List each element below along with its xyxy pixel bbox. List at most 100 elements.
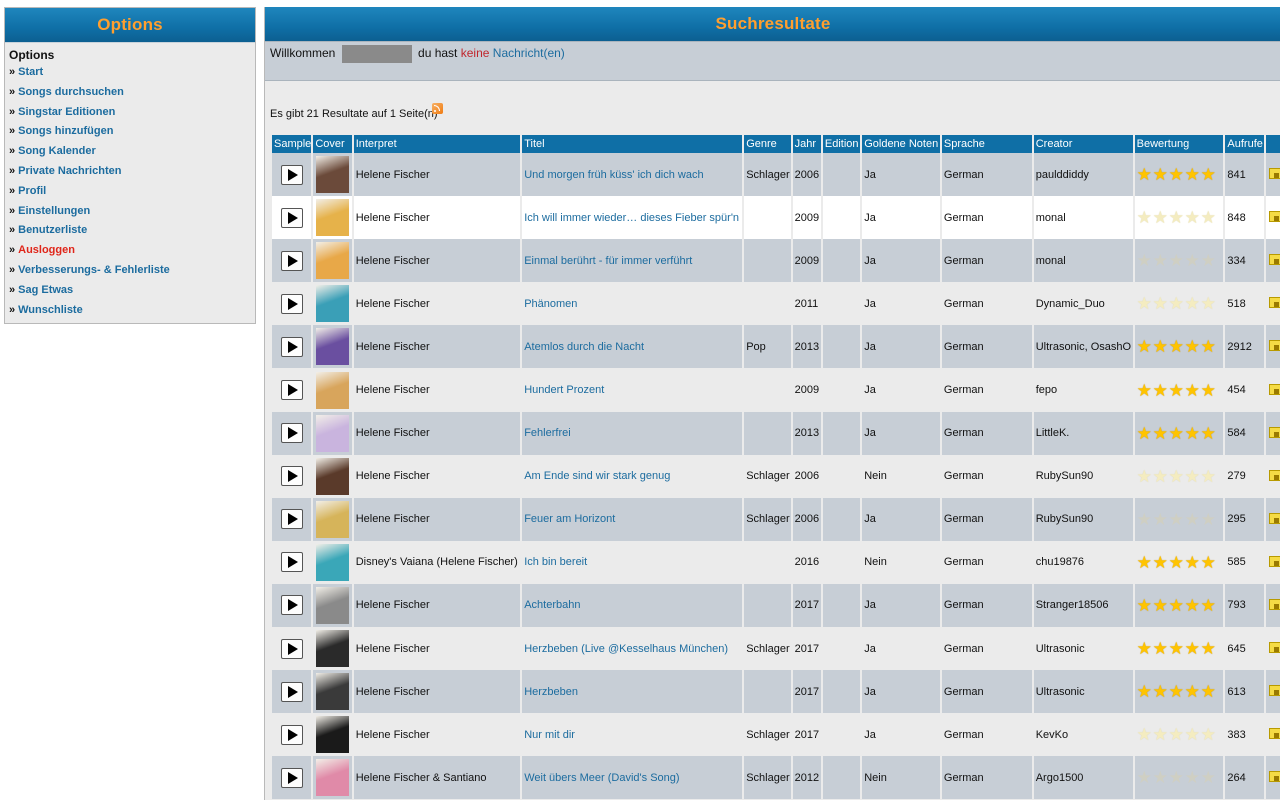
play-icon[interactable]: [280, 466, 303, 487]
star-icon[interactable]: ★: [1153, 295, 1169, 312]
star-icon[interactable]: ★: [1137, 425, 1153, 442]
song-title-link[interactable]: Feuer am Horizont: [524, 513, 615, 525]
star-icon[interactable]: ★: [1169, 511, 1185, 528]
star-icon[interactable]: ★: [1185, 726, 1201, 743]
play-icon[interactable]: [280, 509, 303, 530]
rating-stars[interactable]: ★ ★ ★ ★ ★: [1137, 425, 1222, 442]
star-icon[interactable]: ★: [1137, 597, 1153, 614]
star-icon[interactable]: ★: [1185, 640, 1201, 657]
sidebar-item-label[interactable]: Start: [18, 66, 43, 78]
star-icon[interactable]: ★: [1153, 468, 1169, 485]
star-icon[interactable]: ★: [1185, 382, 1201, 399]
sidebar-item-label[interactable]: Verbesserungs- & Fehlerliste: [18, 264, 170, 276]
sidebar-item-label[interactable]: Profil: [18, 185, 46, 197]
rating-stars[interactable]: ★ ★ ★ ★ ★: [1137, 382, 1222, 399]
rating-stars[interactable]: ★ ★ ★ ★ ★: [1137, 511, 1222, 528]
star-icon[interactable]: ★: [1201, 511, 1217, 528]
sidebar-item[interactable]: » Verbesserungs- & Fehlerliste: [5, 262, 255, 282]
rating-stars[interactable]: ★ ★ ★ ★ ★: [1137, 252, 1222, 269]
sidebar-item-label[interactable]: Ausloggen: [18, 244, 75, 256]
star-icon[interactable]: ★: [1137, 295, 1153, 312]
star-icon[interactable]: ★: [1137, 252, 1153, 269]
song-title-link[interactable]: Ich bin bereit: [524, 556, 587, 568]
sidebar-item[interactable]: » Songs durchsuchen: [5, 84, 255, 104]
rss-icon[interactable]: [432, 103, 443, 114]
star-icon[interactable]: ★: [1137, 640, 1153, 657]
star-icon[interactable]: ★: [1201, 683, 1217, 700]
song-title-link[interactable]: Und morgen früh küss' ich dich wach: [524, 169, 703, 181]
messages-link[interactable]: Nachricht(en): [493, 46, 565, 60]
star-icon[interactable]: ★: [1185, 295, 1201, 312]
star-icon[interactable]: ★: [1153, 511, 1169, 528]
comment-icon[interactable]: [1268, 727, 1280, 740]
column-header[interactable]: Jahr: [792, 135, 821, 153]
column-header[interactable]: Creator: [1033, 135, 1133, 153]
rating-stars[interactable]: ★ ★ ★ ★ ★: [1137, 597, 1222, 614]
column-header[interactable]: Sample: [272, 135, 312, 153]
rating-stars[interactable]: ★ ★ ★ ★ ★: [1137, 166, 1222, 183]
comment-icon[interactable]: [1268, 641, 1280, 654]
star-icon[interactable]: ★: [1153, 726, 1169, 743]
sidebar-item[interactable]: » Ausloggen: [5, 242, 255, 262]
play-icon[interactable]: [280, 336, 303, 357]
star-icon[interactable]: ★: [1153, 252, 1169, 269]
rating-stars[interactable]: ★ ★ ★ ★ ★: [1137, 338, 1222, 355]
column-header[interactable]: Goldene Noten: [862, 135, 940, 153]
rating-stars[interactable]: ★ ★ ★ ★ ★: [1137, 769, 1222, 786]
sidebar-item[interactable]: » Profil: [5, 183, 255, 203]
song-title-link[interactable]: Am Ende sind wir stark genug: [524, 470, 670, 482]
star-icon[interactable]: ★: [1185, 769, 1201, 786]
column-header[interactable]: Cover: [313, 135, 352, 153]
sidebar-item-label[interactable]: Private Nachrichten: [18, 165, 121, 177]
sidebar-item[interactable]: » Start: [5, 64, 255, 84]
play-icon[interactable]: [280, 767, 303, 788]
star-icon[interactable]: ★: [1153, 597, 1169, 614]
play-icon[interactable]: [280, 293, 303, 314]
star-icon[interactable]: ★: [1201, 252, 1217, 269]
star-icon[interactable]: ★: [1169, 597, 1185, 614]
comment-icon[interactable]: [1268, 296, 1280, 309]
song-title-link[interactable]: Phänomen: [524, 298, 577, 310]
star-icon[interactable]: ★: [1169, 769, 1185, 786]
column-header[interactable]: Titel: [522, 135, 743, 153]
comment-icon[interactable]: [1268, 210, 1280, 223]
sidebar-item[interactable]: » Private Nachrichten: [5, 163, 255, 183]
star-icon[interactable]: ★: [1201, 382, 1217, 399]
star-icon[interactable]: ★: [1153, 382, 1169, 399]
star-icon[interactable]: ★: [1201, 166, 1217, 183]
sidebar-item-label[interactable]: Einstellungen: [18, 205, 90, 217]
song-title-link[interactable]: Fehlerfrei: [524, 427, 570, 439]
star-icon[interactable]: ★: [1185, 252, 1201, 269]
column-header[interactable]: Bewertung: [1134, 135, 1224, 153]
rating-stars[interactable]: ★ ★ ★ ★ ★: [1137, 554, 1222, 571]
comment-icon[interactable]: [1268, 167, 1280, 180]
star-icon[interactable]: ★: [1185, 209, 1201, 226]
song-title-link[interactable]: Weit übers Meer (David's Song): [524, 772, 679, 784]
star-icon[interactable]: ★: [1153, 640, 1169, 657]
star-icon[interactable]: ★: [1153, 769, 1169, 786]
sidebar-item[interactable]: » Songs hinzufügen: [5, 123, 255, 143]
star-icon[interactable]: ★: [1169, 726, 1185, 743]
star-icon[interactable]: ★: [1169, 338, 1185, 355]
column-header[interactable]: Interpret: [353, 135, 521, 153]
comment-icon[interactable]: [1268, 770, 1280, 783]
play-icon[interactable]: [280, 595, 303, 616]
star-icon[interactable]: ★: [1137, 468, 1153, 485]
comment-icon[interactable]: [1268, 253, 1280, 266]
star-icon[interactable]: ★: [1201, 769, 1217, 786]
star-icon[interactable]: ★: [1201, 338, 1217, 355]
sidebar-item-label[interactable]: Benutzerliste: [18, 224, 87, 236]
star-icon[interactable]: ★: [1201, 640, 1217, 657]
star-icon[interactable]: ★: [1153, 209, 1169, 226]
star-icon[interactable]: ★: [1201, 554, 1217, 571]
star-icon[interactable]: ★: [1185, 338, 1201, 355]
play-icon[interactable]: [280, 250, 303, 271]
sidebar-item-label[interactable]: Sag Etwas: [18, 284, 73, 296]
sidebar-item[interactable]: » Sag Etwas: [5, 282, 255, 302]
song-title-link[interactable]: Hundert Prozent: [524, 384, 604, 396]
star-icon[interactable]: ★: [1169, 640, 1185, 657]
star-icon[interactable]: ★: [1185, 166, 1201, 183]
comment-icon[interactable]: [1268, 383, 1280, 395]
star-icon[interactable]: ★: [1169, 468, 1185, 485]
star-icon[interactable]: ★: [1185, 597, 1201, 614]
